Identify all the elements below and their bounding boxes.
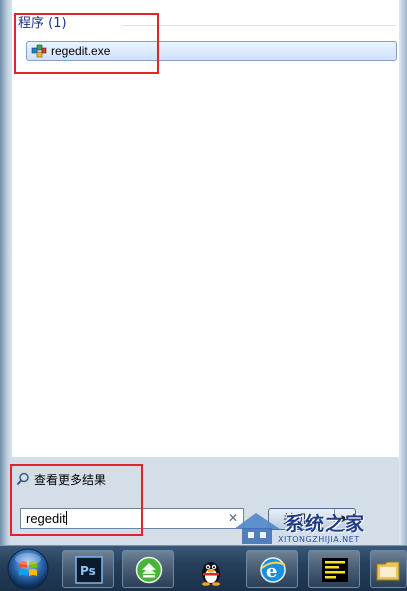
taskbar-notepad[interactable]: [308, 550, 360, 588]
watermark-text-en: XITONGZHIJIA.NET: [278, 535, 360, 544]
internet-explorer-icon: e: [260, 557, 286, 583]
svg-text:Ps: Ps: [80, 564, 96, 578]
annotation-box-search: [10, 464, 143, 536]
watermark-logo: 系统之家 XITONGZHIJIA.NET: [230, 507, 400, 547]
taskbar-update[interactable]: [122, 550, 174, 588]
photoshop-icon: Ps: [75, 556, 103, 584]
qq-icon: [202, 562, 220, 586]
start-orb-windows-icon[interactable]: [6, 547, 50, 591]
watermark-text-cn: 系统之家: [285, 513, 366, 535]
taskbar-qq[interactable]: [184, 550, 236, 588]
taskbar-internet-explorer[interactable]: e: [246, 550, 298, 588]
taskbar: Ps e: [0, 545, 407, 591]
taskbar-file-explorer[interactable]: [370, 550, 407, 588]
group-divider: [122, 25, 396, 26]
annotation-box-results: [14, 13, 159, 74]
taskbar-photoshop[interactable]: Ps: [62, 550, 114, 588]
update-icon: [135, 556, 163, 584]
notepad-icon: [322, 558, 348, 582]
file-explorer-icon: [376, 561, 400, 581]
